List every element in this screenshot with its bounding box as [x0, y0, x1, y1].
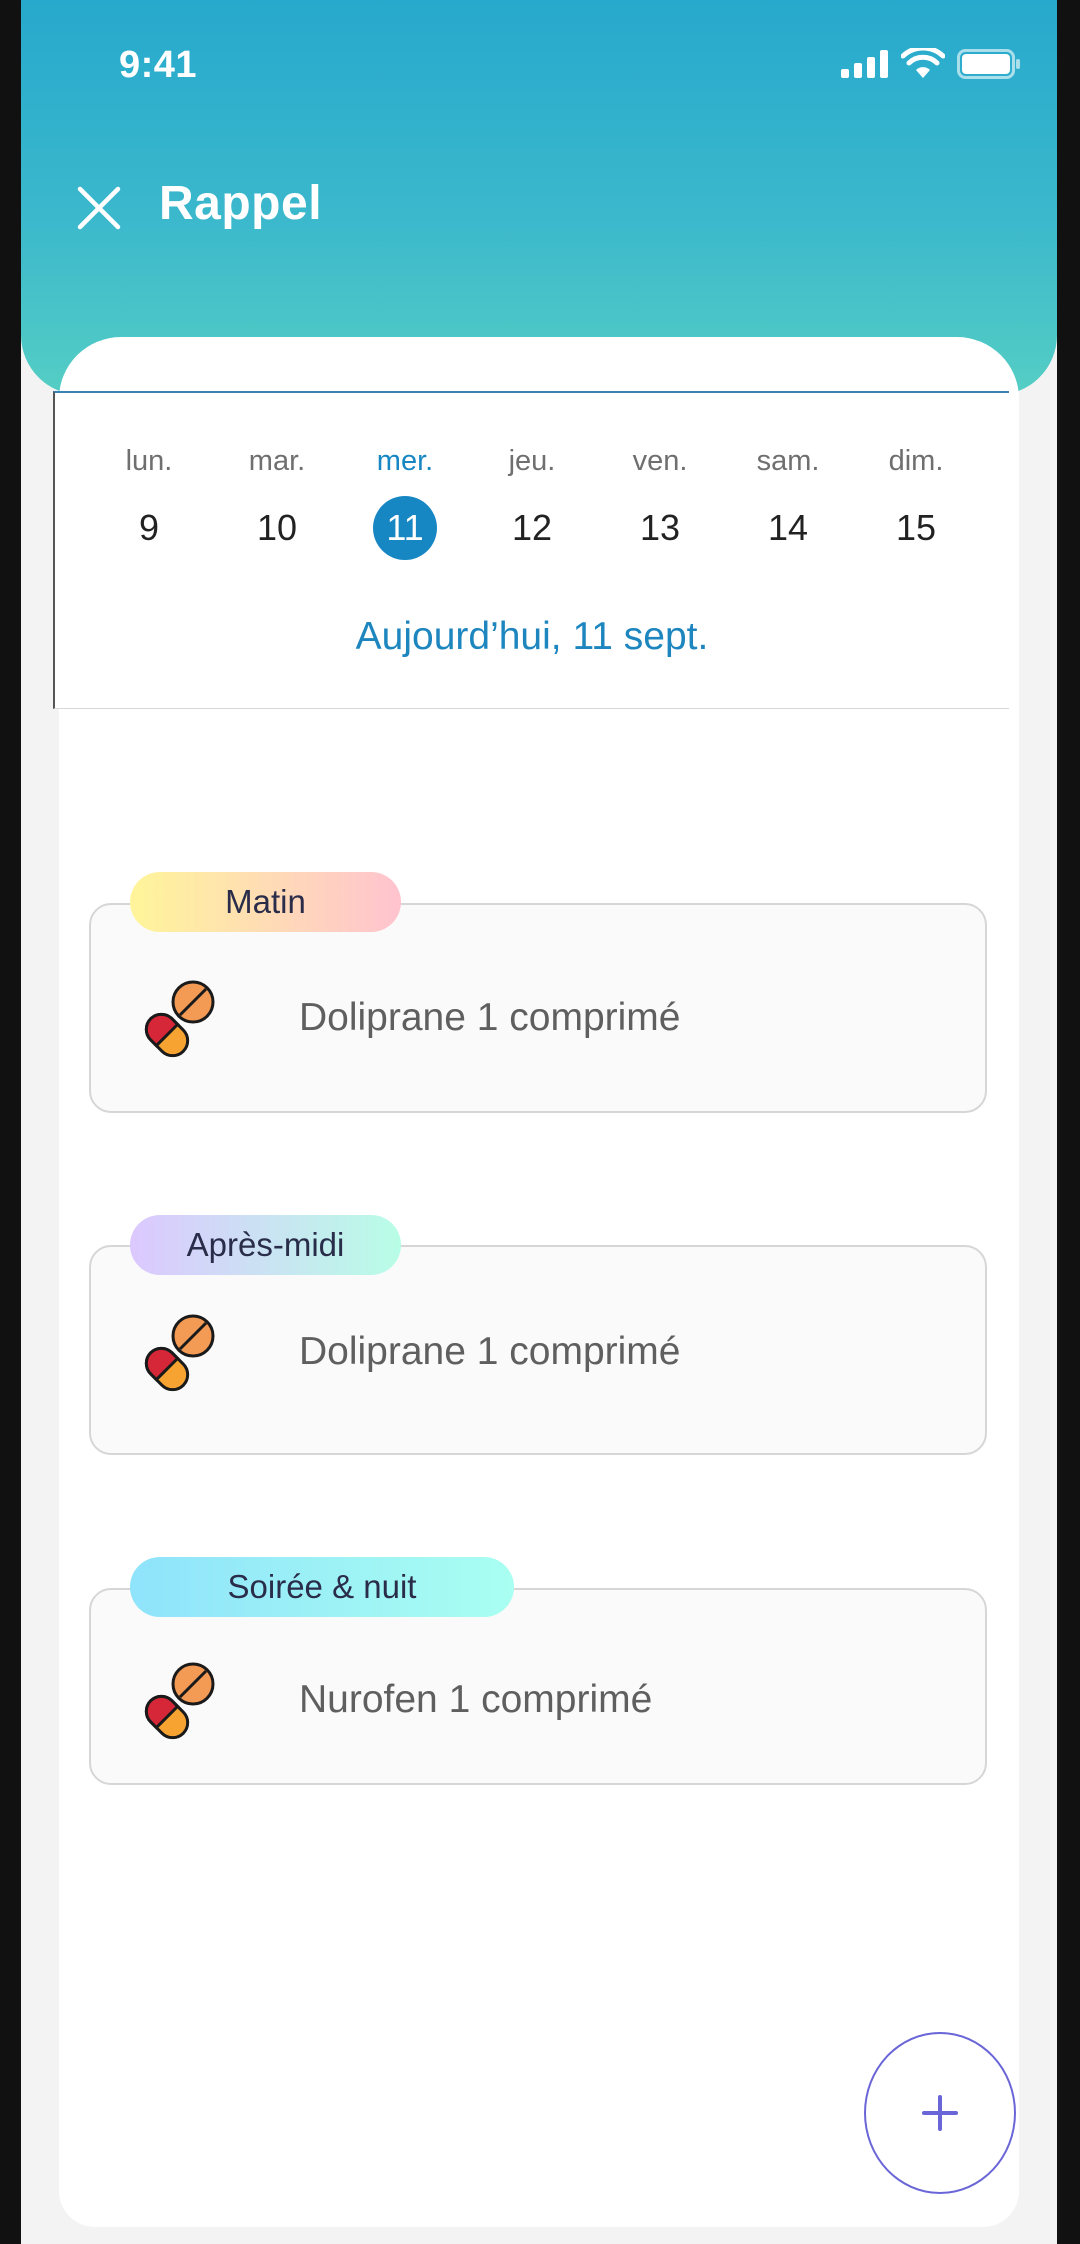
wifi-icon	[901, 48, 945, 78]
status-time: 9:41	[119, 44, 198, 86]
plus-icon	[922, 2095, 958, 2131]
pill-icon	[144, 1662, 215, 1740]
status-icons	[841, 48, 1021, 80]
signal-icon	[841, 50, 888, 78]
day-tuesday[interactable]: mar. 10	[213, 393, 341, 593]
day-name: sam.	[756, 445, 820, 477]
day-name: lun.	[125, 445, 173, 477]
medication-text: Nurofen 1 comprimé	[299, 1678, 653, 1721]
medication-text: Doliprane 1 comprimé	[299, 1330, 681, 1373]
pill-icon	[144, 980, 215, 1058]
day-name: mar.	[248, 445, 306, 477]
day-number: 10	[256, 507, 298, 548]
day-name: jeu.	[508, 445, 556, 477]
today-date-label: Aujourd’hui, 11 sept.	[355, 615, 709, 658]
battery-icon	[957, 49, 1020, 79]
day-number: 9	[138, 507, 160, 548]
day-name: mer.	[376, 445, 434, 477]
medication-text: Doliprane 1 comprimé	[299, 996, 681, 1039]
day-number: 12	[511, 507, 553, 548]
day-number: 13	[639, 507, 681, 548]
add-reminder-button[interactable]	[864, 2032, 1016, 2194]
slot-label-morning: Matin	[130, 872, 401, 932]
selected-day-number: 11	[373, 496, 437, 560]
day-monday[interactable]: lun. 9	[85, 393, 213, 593]
app-screen: 9:41 Rappel	[21, 0, 1057, 2244]
close-button[interactable]	[67, 176, 131, 240]
slot-label-afternoon: Après-midi	[130, 1215, 401, 1275]
pill-icon	[144, 1314, 215, 1392]
close-icon	[77, 186, 121, 230]
page-title: Rappel	[159, 177, 323, 230]
day-sunday[interactable]: dim. 15	[852, 393, 980, 593]
day-number: 14	[767, 507, 809, 548]
day-friday[interactable]: ven. 13	[596, 393, 724, 593]
day-thursday[interactable]: jeu. 12	[468, 393, 596, 593]
header: 9:41 Rappel	[21, 0, 1057, 395]
slot-label-evening: Soirée & nuit	[130, 1557, 514, 1617]
week-calendar: lun. 9 mar. 10 mer. 11 jeu. 12 ven. 13 s…	[53, 391, 1009, 709]
day-name: ven.	[632, 445, 688, 477]
day-name: dim.	[888, 445, 944, 477]
day-number: 15	[895, 507, 937, 548]
day-wednesday-selected[interactable]: mer. 11	[341, 393, 469, 593]
day-saturday[interactable]: sam. 14	[724, 393, 852, 593]
